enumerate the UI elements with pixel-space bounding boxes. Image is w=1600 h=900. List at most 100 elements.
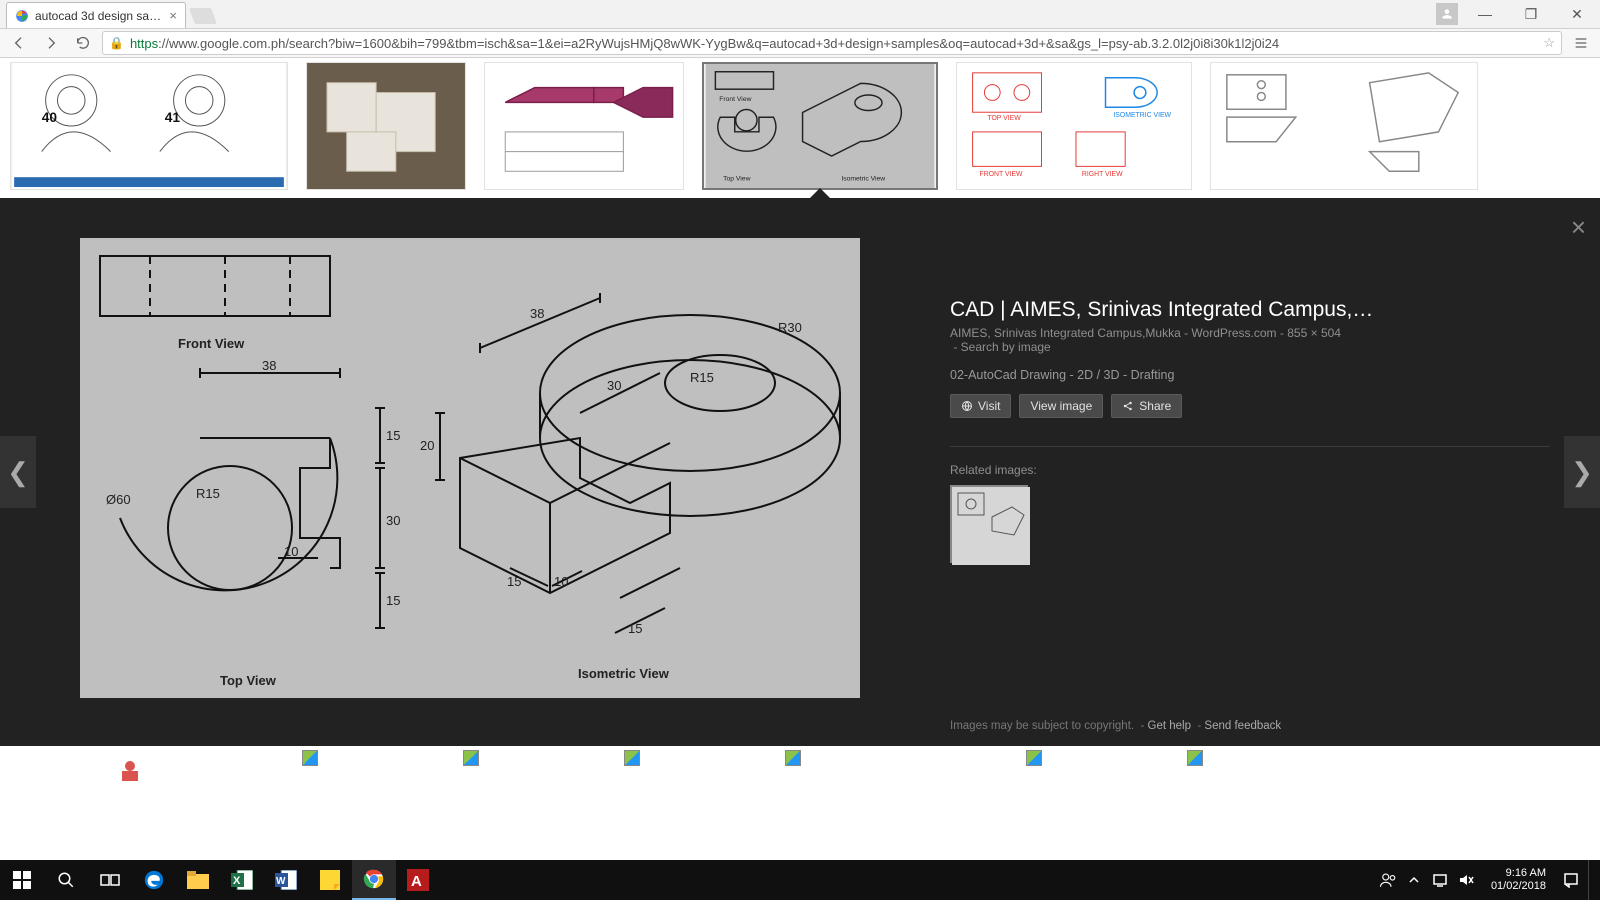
people-tray-icon[interactable] (1379, 871, 1397, 889)
word-icon[interactable]: W (264, 860, 308, 900)
show-desktop-button[interactable] (1588, 860, 1594, 900)
result-thumb[interactable] (461, 748, 576, 780)
next-image-button[interactable]: ❯ (1564, 436, 1600, 508)
file-explorer-icon[interactable] (176, 860, 220, 900)
dim-15: 15 (386, 593, 400, 608)
svg-text:41: 41 (165, 110, 181, 125)
send-feedback-link[interactable]: Send feedback (1204, 720, 1281, 732)
dim-r15iso: R15 (690, 370, 714, 385)
url-input[interactable]: 🔒 https://www.google.com.ph/search?biw=1… (102, 31, 1562, 55)
dim-38iso: 38 (530, 306, 544, 321)
result-thumb[interactable] (783, 748, 978, 780)
result-thumb[interactable] (1185, 748, 1300, 780)
volume-tray-icon[interactable] (1457, 871, 1475, 889)
windows-taskbar: X W A 9:16 AM 01/02/2018 (0, 860, 1600, 900)
lock-icon: 🔒 (109, 36, 124, 50)
cortana-search-icon[interactable] (44, 860, 88, 900)
result-thumb[interactable]: TOP VIEWFRONT VIEWRIGHT VIEWISOMETRIC VI… (956, 62, 1192, 190)
window-minimize-button[interactable]: — (1462, 0, 1508, 28)
share-button[interactable]: Share (1111, 394, 1182, 418)
image-description: 02-AutoCad Drawing - 2D / 3D - Drafting (950, 368, 1550, 382)
dim-10iso: 10 (554, 574, 568, 589)
result-thumb-selected[interactable]: Front View Top View Isometric View (702, 62, 938, 190)
browser-tab[interactable]: autocad 3d design samples × (6, 2, 186, 28)
search-by-image-link[interactable]: Search by image (961, 340, 1051, 354)
main-image[interactable]: Front View Top View Isometric View 38 15… (80, 238, 860, 698)
image-title[interactable]: CAD | AIMES, Srinivas Integrated Campus,… (950, 298, 1550, 322)
result-thumb[interactable] (300, 748, 415, 780)
new-tab-button[interactable] (189, 8, 217, 24)
svg-text:W: W (276, 876, 286, 887)
google-favicon-icon (15, 9, 29, 23)
bookmark-star-icon[interactable]: ☆ (1543, 35, 1555, 51)
result-thumb[interactable] (1024, 748, 1139, 780)
view-image-button[interactable]: View image (1019, 394, 1103, 418)
label-front-view: Front View (178, 336, 244, 351)
svg-text:Isometric View: Isometric View (841, 175, 885, 182)
viewer-footer: Images may be subject to copyright. - Ge… (950, 720, 1281, 732)
svg-text:X: X (233, 875, 241, 887)
dim-r30: R30 (778, 320, 802, 335)
image-metadata: CAD | AIMES, Srinivas Integrated Campus,… (950, 298, 1550, 563)
dim-phi60: Ø60 (106, 492, 131, 507)
url-rest: ://www.google.com.ph/search?biw=1600&bih… (158, 36, 1279, 51)
chrome-address-bar: 🔒 https://www.google.com.ph/search?biw=1… (0, 28, 1600, 58)
svg-text:ISOMETRIC VIEW: ISOMETRIC VIEW (1113, 112, 1171, 119)
tray-chevron-icon[interactable] (1405, 871, 1423, 889)
dim-r15: R15 (196, 486, 220, 501)
dim-10: 10 (284, 544, 298, 559)
clock-date: 01/02/2018 (1491, 880, 1546, 893)
dim-38: 38 (262, 358, 276, 373)
image-results-strip: 4041 Front ViewTop ViewIsometric View TO… (0, 58, 1600, 198)
dim-15iso: 15 (507, 574, 521, 589)
svg-text:RIGHT VIEW: RIGHT VIEW (1082, 171, 1123, 178)
dim-15iso2: 15 (628, 621, 642, 636)
profile-avatar-icon[interactable] (1436, 3, 1458, 25)
svg-text:Front View: Front View (719, 96, 751, 103)
label-iso-view: Isometric View (578, 666, 669, 681)
sticky-notes-icon[interactable] (308, 860, 352, 900)
task-view-icon[interactable] (88, 860, 132, 900)
nav-forward-button[interactable] (38, 30, 64, 56)
result-thumb[interactable]: 40 41 (10, 62, 288, 190)
chrome-menu-button[interactable] (1568, 30, 1594, 56)
window-maximize-button[interactable]: ❐ (1508, 0, 1554, 28)
result-thumb[interactable] (622, 748, 737, 780)
window-close-button[interactable]: ✕ (1554, 0, 1600, 28)
result-thumb[interactable] (1210, 62, 1478, 190)
dim-15: 15 (386, 428, 400, 443)
get-help-link[interactable]: Get help (1148, 720, 1191, 732)
edge-icon[interactable] (132, 860, 176, 900)
image-viewer-panel: ❮ ❯ × (0, 198, 1600, 746)
image-source[interactable]: AIMES, Srinivas Integrated Campus,Mukka … (950, 326, 1277, 340)
related-thumb[interactable] (950, 485, 1028, 563)
url-scheme: https (130, 36, 158, 51)
svg-text:FRONT VIEW: FRONT VIEW (980, 171, 1024, 178)
close-viewer-button[interactable]: × (1571, 212, 1586, 243)
related-images-label: Related images: (950, 463, 1550, 477)
taskbar-clock[interactable]: 9:16 AM 01/02/2018 (1483, 867, 1554, 893)
result-thumb[interactable] (306, 62, 466, 190)
svg-text:A: A (411, 873, 422, 890)
autocad-icon[interactable]: A (396, 860, 440, 900)
prev-image-button[interactable]: ❮ (0, 436, 36, 508)
network-tray-icon[interactable] (1431, 871, 1449, 889)
dim-30: 30 (386, 513, 400, 528)
notifications-tray-icon[interactable] (1562, 871, 1580, 889)
svg-text:40: 40 (42, 110, 58, 125)
dim-20: 20 (420, 438, 434, 453)
result-thumb[interactable] (484, 62, 684, 190)
page-decor-icon (110, 760, 150, 782)
clock-time: 9:16 AM (1491, 867, 1546, 880)
image-dimensions: 855 × 504 (1287, 326, 1341, 340)
nav-back-button[interactable] (6, 30, 32, 56)
visit-button[interactable]: Visit (950, 394, 1011, 418)
excel-icon[interactable]: X (220, 860, 264, 900)
tab-close-icon[interactable]: × (169, 8, 177, 23)
secondary-results-strip (0, 746, 1600, 782)
chrome-taskbar-icon[interactable] (352, 860, 396, 900)
nav-reload-button[interactable] (70, 30, 96, 56)
tab-title: autocad 3d design samples (35, 9, 163, 23)
start-button[interactable] (0, 860, 44, 900)
svg-text:Top View: Top View (723, 175, 750, 182)
